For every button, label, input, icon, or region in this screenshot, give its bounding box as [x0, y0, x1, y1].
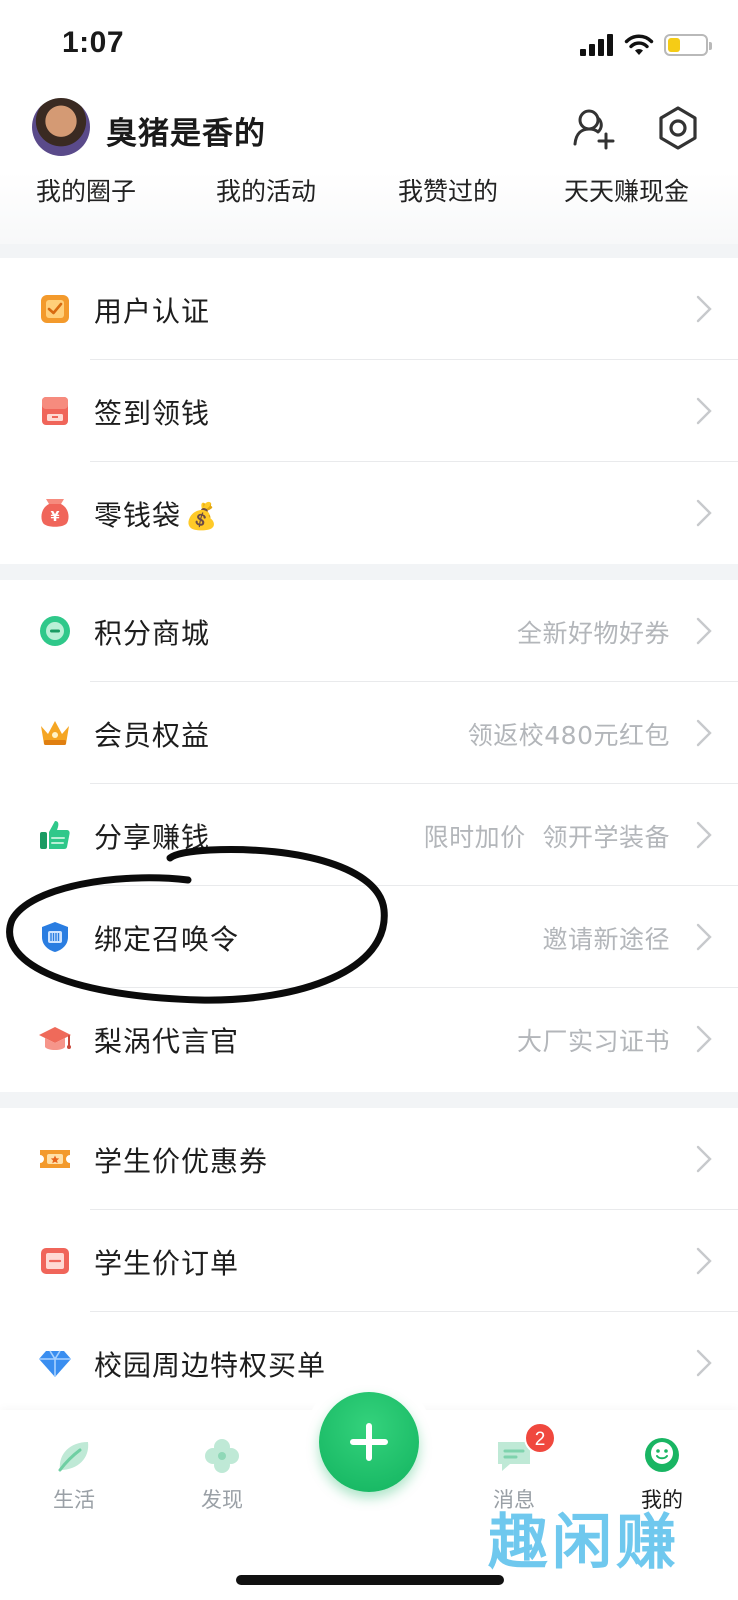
svg-text:¥: ¥	[50, 510, 59, 525]
tab-label: 发现	[201, 1488, 243, 1512]
status-time: 1:07	[62, 26, 125, 59]
menu-hint: 大厂实习证书	[516, 1027, 670, 1056]
menu-section-account: 用户认证 签到领钱 ¥ 零钱袋 💰	[0, 258, 738, 564]
menu-row-points-mall[interactable]: 积分商城 全新好物好券	[0, 580, 738, 682]
chevron-right-icon	[696, 821, 712, 849]
status-bar: 1:07	[0, 0, 738, 90]
add-friend-button[interactable]	[570, 104, 618, 152]
points-mall-icon	[40, 616, 70, 646]
publish-button[interactable]	[319, 1392, 419, 1492]
chevron-right-icon	[696, 295, 712, 323]
menu-label: 学生价订单	[94, 1247, 240, 1280]
chevron-right-icon	[696, 1247, 712, 1275]
diamond-icon	[39, 1350, 71, 1377]
money-bag-emoji-icon: 💰	[185, 502, 219, 532]
menu-row-verification[interactable]: 用户认证	[0, 258, 738, 360]
menu-row-membership[interactable]: 会员权益 领返校480元红包	[0, 682, 738, 784]
menu-row-share-earn[interactable]: 分享赚钱 限时加价 领开学装备	[0, 784, 738, 886]
add-friend-icon	[573, 109, 615, 150]
quick-link-earn-cash[interactable]: 天天赚现金	[564, 172, 689, 208]
menu-row-bind-summon[interactable]: 绑定召唤令 邀请新途径	[0, 886, 738, 988]
life-icon	[58, 1442, 89, 1472]
shield-icon	[42, 922, 68, 952]
tab-discover[interactable]: 发现	[172, 1424, 272, 1524]
graduation-cap-icon	[39, 1027, 71, 1050]
home-indicator[interactable]	[236, 1575, 504, 1585]
profile-icon	[645, 1438, 679, 1472]
quick-links: 我的圈子 我的活动 我赞过的 天天赚现金	[0, 172, 738, 244]
signal-icon	[580, 34, 613, 56]
chevron-right-icon	[696, 499, 712, 527]
coupon-icon	[40, 1150, 70, 1168]
checkin-icon	[42, 397, 68, 425]
quick-link-activities[interactable]: 我的活动	[216, 172, 316, 208]
menu-hint: 限时加价 领开学装备	[423, 823, 670, 852]
chevron-right-icon	[696, 923, 712, 951]
menu-label: 分享赚钱	[94, 821, 211, 854]
menu-label: 校园周边特权买单	[94, 1349, 327, 1382]
verify-icon	[41, 295, 69, 323]
battery-icon	[664, 34, 712, 56]
chevron-right-icon	[696, 1349, 712, 1377]
thumbs-up-icon	[40, 821, 70, 849]
tab-life[interactable]: 生活	[24, 1424, 124, 1524]
status-icons	[580, 32, 712, 58]
menu-hint: 领返校480元红包	[467, 721, 670, 750]
menu-section-student: 学生价优惠券 学生价订单 校园周边特权买单	[0, 1108, 738, 1410]
discover-icon	[205, 1439, 239, 1473]
quick-link-liked[interactable]: 我赞过的	[398, 172, 498, 208]
menu-label: 积分商城	[94, 617, 211, 650]
user-name[interactable]: 臭猪是香的	[106, 108, 266, 153]
crown-icon	[41, 721, 69, 745]
tab-label: 生活	[53, 1488, 95, 1512]
quick-link-circles[interactable]: 我的圈子	[36, 172, 136, 208]
chevron-right-icon	[696, 1145, 712, 1173]
menu-row-checkin[interactable]: 签到领钱	[0, 360, 738, 462]
menu-hint: 邀请新途径	[542, 925, 670, 954]
menu-label: 学生价优惠券	[94, 1145, 269, 1178]
menu-row-wallet[interactable]: ¥ 零钱袋 💰	[0, 462, 738, 564]
chevron-right-icon	[696, 1025, 712, 1053]
chevron-right-icon	[696, 397, 712, 425]
order-icon	[41, 1248, 69, 1274]
watermark: 趣闲赚	[488, 1508, 680, 1578]
menu-label: 用户认证	[94, 295, 211, 328]
profile-header: 臭猪是香的	[0, 90, 738, 172]
settings-button[interactable]	[654, 104, 702, 152]
chevron-right-icon	[696, 719, 712, 747]
money-bag-icon: ¥	[41, 499, 69, 527]
menu-row-ambassador[interactable]: 梨涡代言官 大厂实习证书	[0, 988, 738, 1090]
menu-label: 会员权益	[94, 719, 211, 752]
menu-row-student-coupon[interactable]: 学生价优惠券	[0, 1108, 738, 1210]
menu-label: 绑定召唤令	[94, 923, 240, 956]
menu-label: 梨涡代言官	[94, 1025, 240, 1058]
plus-icon	[350, 1423, 388, 1461]
avatar[interactable]	[32, 98, 90, 156]
chevron-right-icon	[696, 617, 712, 645]
wifi-icon	[624, 34, 654, 55]
menu-row-student-order[interactable]: 学生价订单	[0, 1210, 738, 1312]
menu-label: 签到领钱	[94, 397, 211, 430]
menu-hint: 全新好物好券	[516, 619, 670, 648]
message-badge: 2	[524, 1422, 556, 1454]
menu-section-benefits: 积分商城 全新好物好券 会员权益 领返校480元红包 分享赚钱 限时加价 领开学…	[0, 580, 738, 1092]
settings-icon	[659, 106, 697, 150]
menu-label: 零钱袋 💰	[94, 499, 219, 532]
